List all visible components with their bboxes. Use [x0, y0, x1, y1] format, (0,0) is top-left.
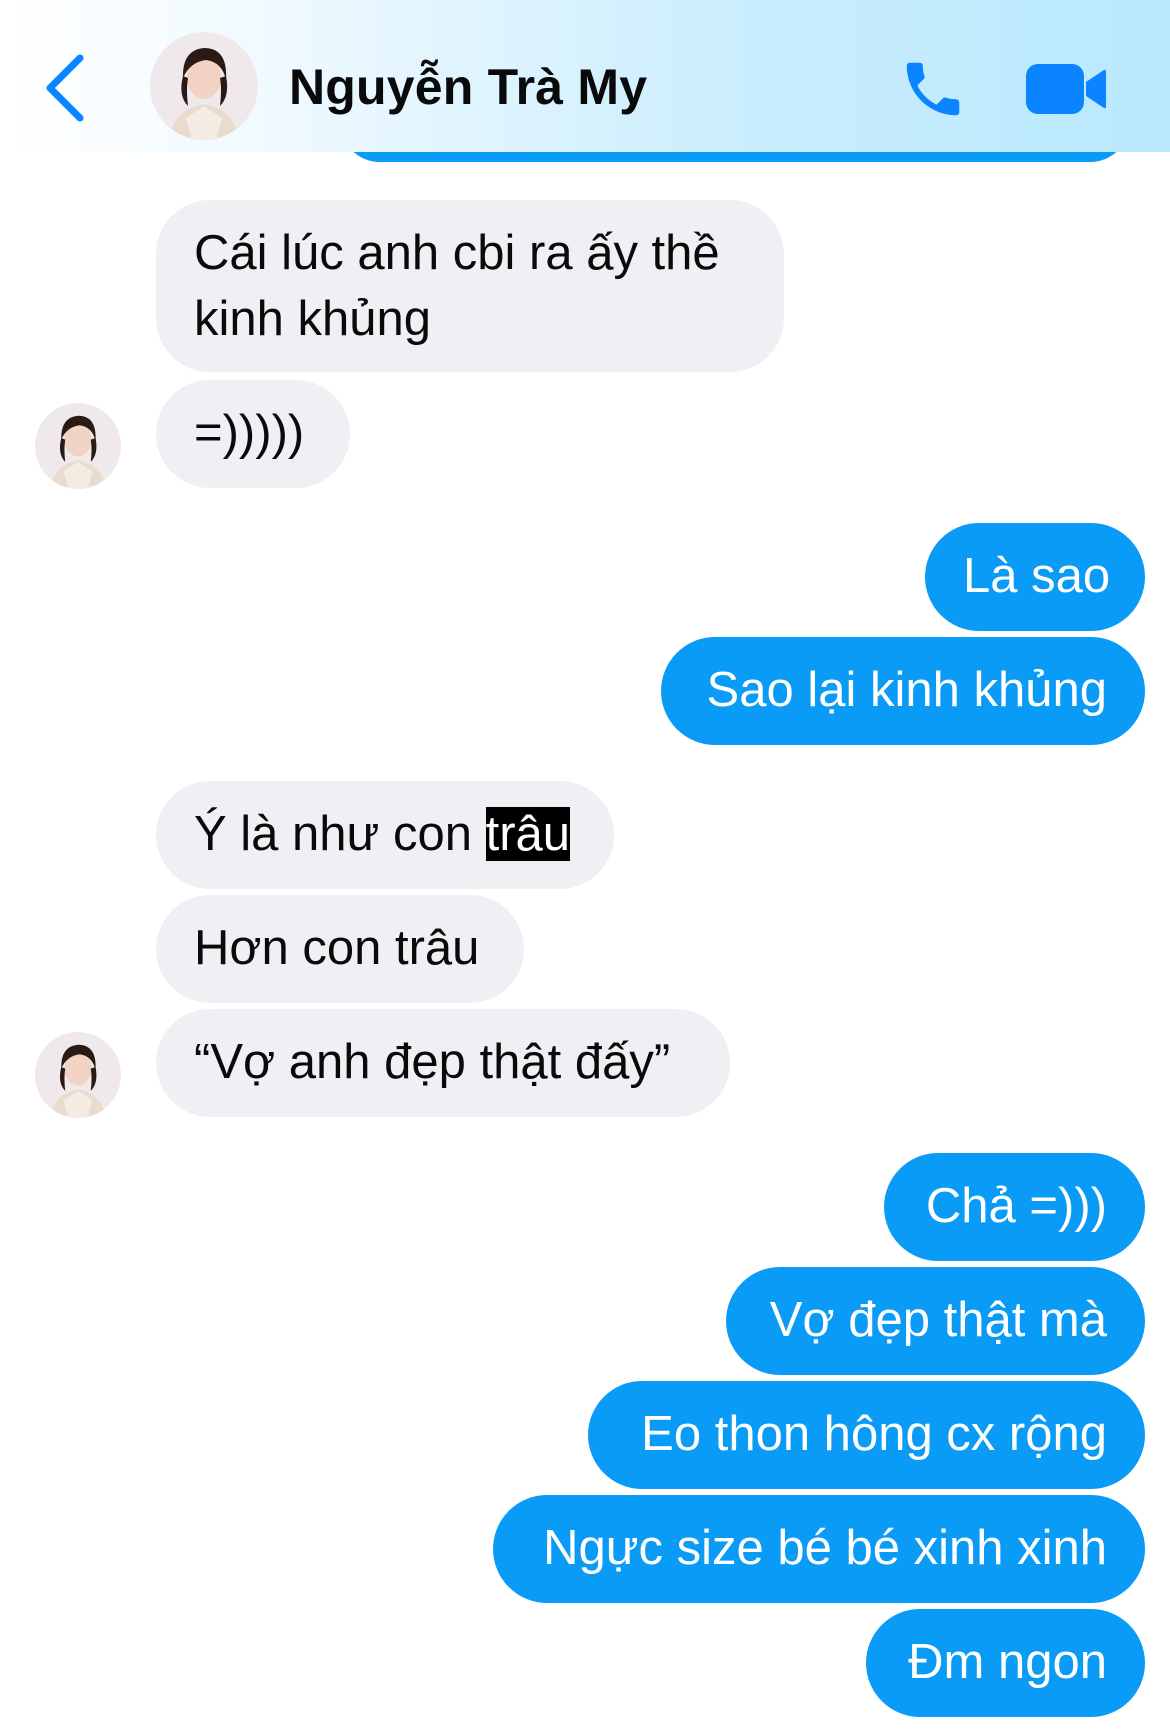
message-bubble-sent[interactable]: Ngực size bé bé xinh xinh: [493, 1495, 1145, 1603]
message-bubble-received[interactable]: =))))): [156, 380, 350, 488]
contact-avatar[interactable]: [150, 32, 258, 140]
message-bubble-received[interactable]: Cái lúc anh cbi ra ấy thề kinh khủng: [156, 200, 784, 372]
chat-header: Nguyễn Trà My: [0, 0, 1170, 152]
message-text: Ngực size bé bé xinh xinh: [543, 1521, 1107, 1575]
call-button[interactable]: [898, 54, 968, 124]
message-text: Sao lại kinh khủng: [706, 663, 1107, 717]
message-bubble-received[interactable]: Hơn con trâu: [156, 895, 524, 1003]
message-text: Là sao: [963, 549, 1111, 603]
contact-avatar-small[interactable]: [35, 403, 121, 489]
message-bubble-received[interactable]: Ý là như con trâu: [156, 781, 614, 889]
message-text-line: kinh khủng: [194, 292, 432, 346]
message-text: Đm ngon: [908, 1635, 1107, 1689]
message-bubble-sent[interactable]: Đm ngon: [866, 1609, 1145, 1717]
video-call-button[interactable]: [1024, 60, 1108, 118]
message-text: Eo thon hông cx rộng: [641, 1407, 1107, 1461]
highlighted-text: trâu: [485, 807, 571, 861]
back-button[interactable]: [40, 48, 96, 128]
message-bubble-sent[interactable]: Là sao: [925, 523, 1145, 631]
message-bubble-sent[interactable]: Sao lại kinh khủng: [661, 637, 1145, 745]
video-camera-icon: [1026, 64, 1106, 114]
message-bubble-received[interactable]: “Vợ anh đẹp thật đấy”: [156, 1009, 730, 1117]
message-bubble-sent[interactable]: Chả =))): [884, 1153, 1145, 1261]
contact-avatar-small[interactable]: [35, 1032, 121, 1118]
message-bubble-sent[interactable]: Vợ đẹp thật mà: [726, 1267, 1145, 1375]
message-text: Vợ đẹp thật mà: [769, 1293, 1107, 1347]
message-text: Hơn con trâu: [194, 921, 480, 975]
message-text-line: Cái lúc anh cbi ra ấy thề: [194, 226, 720, 280]
contact-name[interactable]: Nguyễn Trà My: [289, 58, 647, 116]
message-text: Ý là như con: [194, 807, 486, 861]
chevron-left-icon: [46, 54, 84, 122]
phone-icon: [906, 62, 960, 116]
message-text: =))))): [194, 406, 305, 460]
message-bubble-sent[interactable]: Eo thon hông cx rộng: [588, 1381, 1145, 1489]
message-text: “Vợ anh đẹp thật đấy”: [194, 1035, 671, 1089]
message-text: Chả =))): [925, 1179, 1107, 1233]
